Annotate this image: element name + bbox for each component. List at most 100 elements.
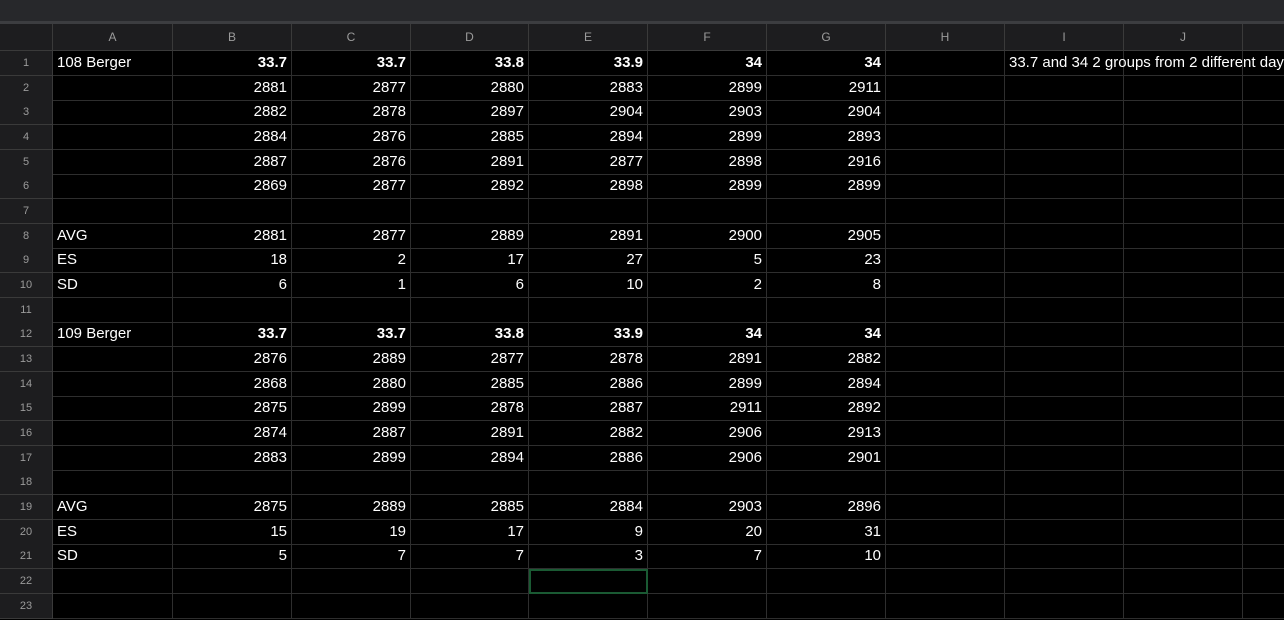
- column-header-a[interactable]: A: [53, 24, 173, 51]
- cell[interactable]: [1124, 273, 1243, 299]
- cell[interactable]: [53, 347, 173, 373]
- cell[interactable]: 2882: [767, 347, 886, 373]
- cell[interactable]: 10: [529, 273, 648, 299]
- cell[interactable]: [53, 445, 173, 471]
- cell[interactable]: 6: [173, 273, 292, 299]
- row-header[interactable]: 16: [0, 421, 53, 447]
- cell[interactable]: 34: [648, 322, 767, 348]
- cell[interactable]: 2911: [648, 396, 767, 422]
- cell[interactable]: [1243, 248, 1284, 274]
- cell[interactable]: [1005, 297, 1124, 323]
- cell[interactable]: 27: [529, 248, 648, 274]
- cell[interactable]: 15: [173, 519, 292, 545]
- cell[interactable]: 2896: [767, 495, 886, 521]
- cell[interactable]: 2899: [648, 371, 767, 397]
- column-header-c[interactable]: C: [292, 24, 411, 51]
- cell[interactable]: 9: [529, 519, 648, 545]
- cell[interactable]: ES: [53, 248, 173, 274]
- cell[interactable]: 17: [411, 519, 529, 545]
- cell[interactable]: [1243, 372, 1284, 397]
- column-header-g[interactable]: G: [767, 24, 886, 51]
- cell[interactable]: 2903: [648, 495, 767, 521]
- cell[interactable]: 7: [292, 544, 411, 570]
- row-header[interactable]: 15: [0, 396, 53, 422]
- cell[interactable]: [411, 199, 529, 225]
- cell[interactable]: [1124, 248, 1243, 274]
- cell[interactable]: [1243, 396, 1284, 422]
- cell[interactable]: 2894: [529, 125, 648, 150]
- cell[interactable]: [1124, 125, 1243, 150]
- cell[interactable]: [1124, 174, 1243, 200]
- column-header-i[interactable]: I: [1005, 24, 1124, 51]
- cell[interactable]: [1243, 544, 1284, 570]
- cell[interactable]: 1: [292, 273, 411, 299]
- cell[interactable]: 2877: [292, 223, 411, 249]
- row-header[interactable]: 2: [0, 75, 53, 101]
- cell[interactable]: [886, 51, 1005, 76]
- row-header[interactable]: 21: [0, 544, 53, 570]
- cell[interactable]: 2906: [648, 421, 767, 447]
- cell[interactable]: [1005, 495, 1124, 521]
- cell[interactable]: 10: [767, 544, 886, 570]
- cell[interactable]: [648, 297, 767, 323]
- cell[interactable]: [1243, 594, 1284, 619]
- cell[interactable]: 31: [767, 519, 886, 545]
- cell[interactable]: [1243, 470, 1284, 496]
- cell[interactable]: 2891: [411, 149, 529, 175]
- cell[interactable]: 33.7: [292, 51, 411, 76]
- cell[interactable]: 2904: [767, 100, 886, 126]
- cell[interactable]: [1124, 322, 1243, 348]
- cell[interactable]: [648, 593, 767, 619]
- cell[interactable]: 2877: [411, 347, 529, 373]
- cell[interactable]: [1243, 569, 1284, 595]
- cell[interactable]: 2899: [292, 445, 411, 471]
- row-header[interactable]: 3: [0, 100, 53, 126]
- column-header-e[interactable]: E: [529, 24, 648, 51]
- cell[interactable]: 2876: [173, 347, 292, 373]
- cell[interactable]: [53, 174, 173, 200]
- cell[interactable]: [886, 75, 1005, 101]
- cell[interactable]: 6: [411, 273, 529, 299]
- cell[interactable]: [1124, 569, 1243, 595]
- cell[interactable]: [53, 569, 173, 595]
- cell[interactable]: 2892: [411, 174, 529, 200]
- cell[interactable]: [529, 470, 648, 496]
- cell[interactable]: [1005, 569, 1124, 595]
- row-header[interactable]: 5: [0, 149, 53, 175]
- cell[interactable]: [1005, 470, 1124, 496]
- cell[interactable]: 2882: [529, 421, 648, 447]
- cell[interactable]: 2887: [529, 396, 648, 422]
- cell[interactable]: 2877: [529, 149, 648, 175]
- cell[interactable]: 2891: [411, 421, 529, 447]
- cell[interactable]: [886, 223, 1005, 249]
- cell[interactable]: [1005, 421, 1124, 447]
- column-header-j[interactable]: J: [1124, 24, 1243, 51]
- cell[interactable]: [53, 593, 173, 619]
- cell[interactable]: 2869: [173, 174, 292, 200]
- cell[interactable]: [1124, 149, 1243, 175]
- cell[interactable]: 2906: [648, 445, 767, 471]
- cell[interactable]: 23: [767, 248, 886, 274]
- row-header[interactable]: 19: [0, 495, 53, 521]
- cell[interactable]: [1005, 445, 1124, 471]
- cell[interactable]: [886, 174, 1005, 200]
- cell[interactable]: 33.7: [173, 322, 292, 348]
- cell[interactable]: AVG: [53, 495, 173, 521]
- cell[interactable]: 2875: [173, 396, 292, 422]
- cell[interactable]: [411, 593, 529, 619]
- cell[interactable]: [1005, 199, 1124, 225]
- cell[interactable]: [53, 75, 173, 101]
- cell[interactable]: 5: [173, 544, 292, 570]
- cell[interactable]: [411, 470, 529, 496]
- cell[interactable]: 2885: [411, 371, 529, 397]
- spreadsheet-grid[interactable]: ABCDEFGHIJ 1 108 Berger 33.7 33.7 33.8 33.9 34…: [0, 24, 1284, 620]
- cell[interactable]: 2901: [767, 445, 886, 471]
- cell[interactable]: 2905: [767, 223, 886, 249]
- cell[interactable]: [886, 593, 1005, 619]
- row-header[interactable]: 6: [0, 174, 53, 200]
- cell[interactable]: [1243, 446, 1284, 471]
- column-header-k[interactable]: [1243, 24, 1284, 51]
- cell[interactable]: [1005, 125, 1124, 150]
- cell[interactable]: 2897: [411, 100, 529, 126]
- cell[interactable]: [1124, 100, 1243, 126]
